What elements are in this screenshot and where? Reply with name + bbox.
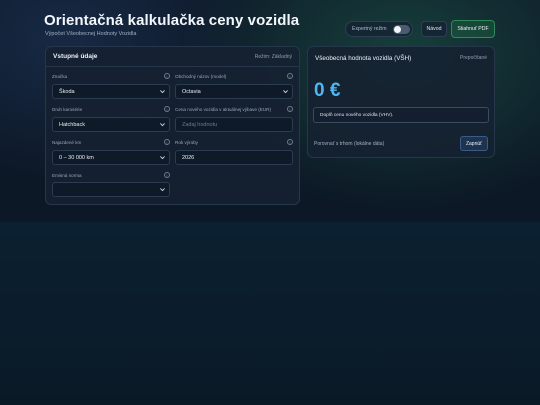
- model-label: Obchodný názov (model): [175, 74, 227, 79]
- mileage-value: 0 – 30 000 km: [59, 154, 94, 161]
- model-select[interactable]: Octavia: [175, 84, 293, 99]
- input-card-header: Vstupné údaje Režim: Základný: [46, 47, 299, 67]
- emission-label: Emisná norma: [52, 173, 82, 178]
- download-pdf-button[interactable]: Stiahnuť PDF: [451, 20, 495, 38]
- emission-info-icon[interactable]: i: [164, 172, 170, 178]
- year-label: Rok výroby: [175, 140, 198, 145]
- year-info-icon[interactable]: i: [287, 139, 293, 145]
- result-card-title: Všeobecná hodnota vozidla (VŠH): [315, 54, 412, 62]
- result-status: Prepočítané: [460, 55, 487, 61]
- chevron-down-icon: [160, 123, 165, 127]
- brand-select[interactable]: Škoda: [52, 84, 170, 99]
- expert-mode-toggle[interactable]: [392, 24, 410, 34]
- body-label: Druh karosérie: [52, 107, 83, 112]
- brand-value: Škoda: [59, 88, 75, 95]
- expert-mode-label: Expertný režim: [352, 26, 387, 32]
- background-lower: [0, 222, 540, 405]
- model-info-icon[interactable]: i: [287, 73, 293, 79]
- year-value: 2026: [182, 154, 195, 161]
- chevron-down-icon: [160, 90, 165, 94]
- new-price-placeholder: Zadaj hodnotu: [182, 121, 218, 128]
- new-price-info-icon[interactable]: i: [287, 106, 293, 112]
- calculator-app: Orientačná kalkulačka ceny vozidla Výpoč…: [0, 0, 540, 222]
- new-price-label: Cena nového vozidla v aktuálnej výbave (…: [175, 107, 272, 112]
- input-card-title: Vstupné údaje: [53, 53, 98, 60]
- new-price-input[interactable]: Zadaj hodnotu: [175, 117, 293, 132]
- body-info-icon[interactable]: i: [164, 106, 170, 112]
- page-subtitle: Výpočet Všeobecnej Hodnoty Vozidla: [45, 31, 137, 37]
- result-card-header: Všeobecná hodnota vozidla (VŠH) Prepočít…: [308, 47, 494, 69]
- chevron-down-icon: [160, 188, 165, 192]
- mileage-label: Najazdené km: [52, 140, 82, 145]
- market-compare-button[interactable]: Zapnúť: [460, 136, 488, 151]
- brand-label: Značka: [52, 74, 68, 79]
- year-input[interactable]: 2026: [175, 150, 293, 165]
- expert-mode-switch[interactable]: Expertný režim: [345, 21, 413, 37]
- market-compare-label: Porovnať s trhom (lokálne dáta): [314, 141, 385, 147]
- body-select[interactable]: Hatchback: [52, 117, 170, 132]
- chevron-down-icon: [160, 156, 165, 160]
- page-title: Orientačná kalkulačka ceny vozidla: [44, 12, 300, 29]
- result-hint: Doplň cenu nového vozidla (VHV).: [313, 107, 489, 123]
- chevron-down-icon: [283, 90, 288, 94]
- guide-button[interactable]: Návod: [421, 21, 447, 37]
- emission-select[interactable]: [52, 182, 170, 197]
- brand-info-icon[interactable]: i: [164, 73, 170, 79]
- mileage-select[interactable]: 0 – 30 000 km: [52, 150, 170, 165]
- model-value: Octavia: [182, 88, 201, 95]
- toggle-knob: [393, 25, 401, 33]
- vehicle-value: 0 €: [314, 80, 341, 101]
- mileage-info-icon[interactable]: i: [164, 139, 170, 145]
- body-value: Hatchback: [59, 121, 85, 128]
- mode-indicator: Režim: Základný: [254, 53, 292, 60]
